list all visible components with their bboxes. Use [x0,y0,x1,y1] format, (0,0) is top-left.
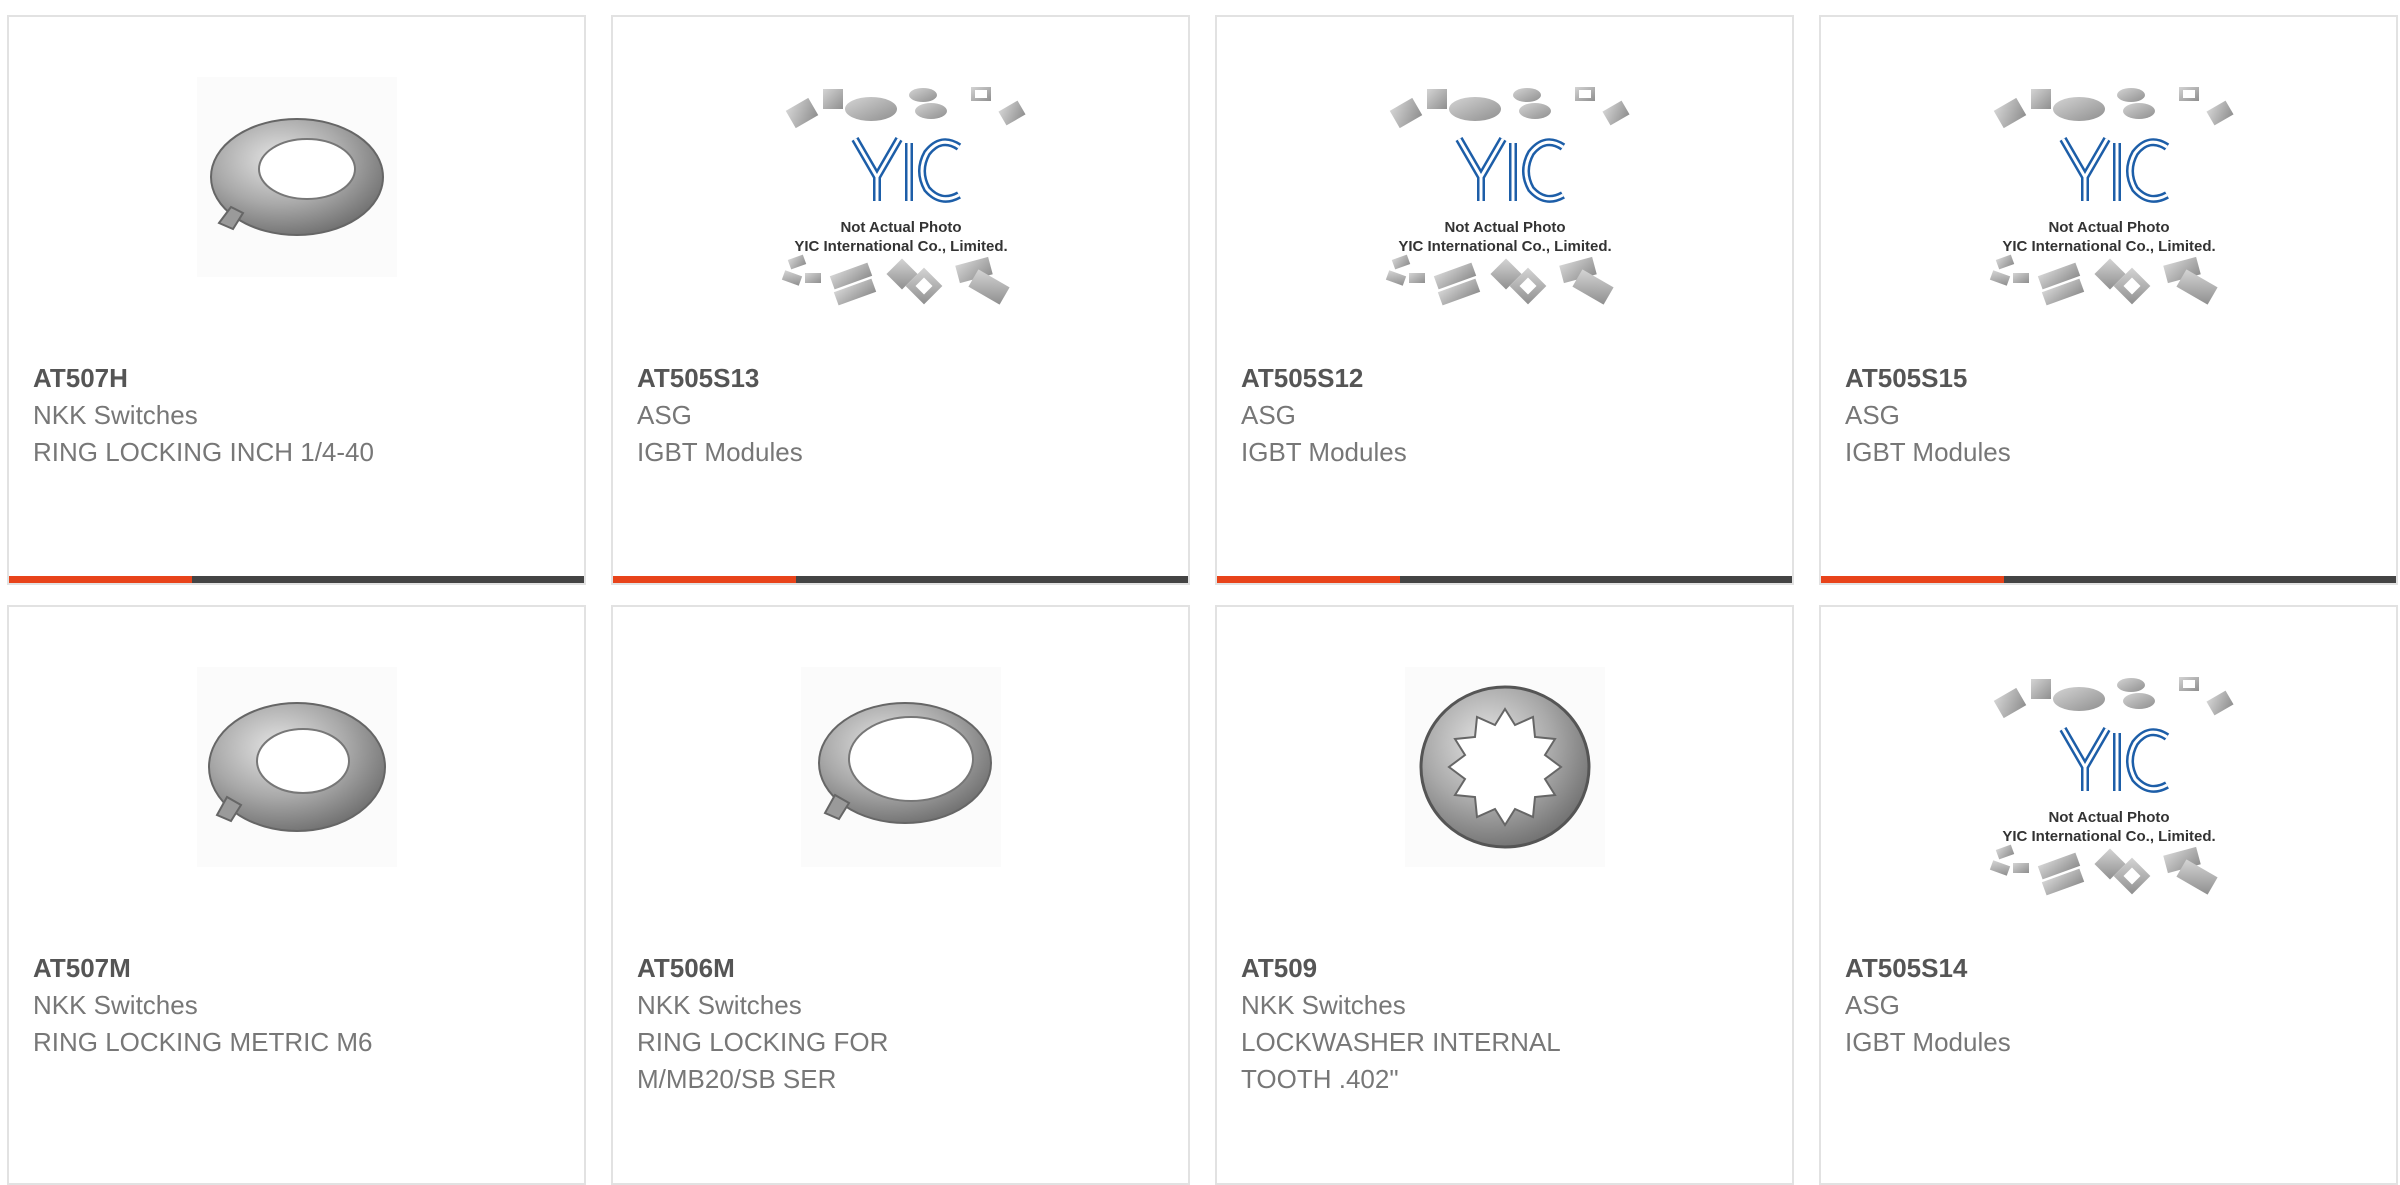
description: IGBT Modules [1241,437,1407,467]
yic-placeholder-icon: Not Actual Photo YIC International Co., … [761,77,1041,317]
svg-text:Not Actual Photo: Not Actual Photo [1444,219,1565,236]
svg-text:Not Actual Photo: Not Actual Photo [840,219,961,236]
product-image[interactable] [9,667,584,907]
part-number[interactable]: AT506M [637,949,1164,987]
part-number[interactable]: AT505S13 [637,359,1164,397]
internal-tooth-washer-icon [1404,667,1605,867]
product-card[interactable]: Not Actual Photo YIC International Co., … [1215,15,1794,585]
product-image[interactable] [613,667,1188,907]
part-number[interactable]: AT509 [1241,949,1768,987]
svg-text:YIC International Co., Limited: YIC International Co., Limited. [794,238,1007,255]
product-card[interactable]: AT506M NKK Switches RING LOCKING FOR M/M… [611,605,1190,1185]
svg-text:Not Actual Photo: Not Actual Photo [2048,219,2169,236]
part-number[interactable]: AT507M [33,949,560,987]
product-image[interactable] [1217,667,1792,907]
description: RING LOCKING FOR M/MB20/SB SER [637,1027,889,1094]
product-image[interactable]: Not Actual Photo YIC International Co., … [1821,667,2396,907]
svg-text:YIC International Co., Limited: YIC International Co., Limited. [2002,828,2215,845]
lock-washer-icon [196,77,397,277]
manufacturer: ASG [1241,400,1296,430]
manufacturer: NKK Switches [637,990,802,1020]
product-card[interactable]: AT507H NKK Switches RING LOCKING INCH 1/… [7,15,586,585]
part-number[interactable]: AT505S14 [1845,949,2372,987]
card-bar [613,576,1188,583]
card-bar [1821,576,2396,583]
card-bar-accent [613,576,796,583]
svg-text:YIC International Co., Limited: YIC International Co., Limited. [2002,238,2215,255]
part-number[interactable]: AT505S12 [1241,359,1768,397]
product-image[interactable]: Not Actual Photo YIC International Co., … [1217,77,1792,317]
description: RING LOCKING INCH 1/4-40 [33,437,374,467]
card-bar-accent [1217,576,1400,583]
description: LOCKWASHER INTERNAL TOOTH .402" [1241,1027,1560,1094]
product-image[interactable]: Not Actual Photo YIC International Co., … [1821,77,2396,317]
product-card[interactable]: Not Actual Photo YIC International Co., … [611,15,1190,585]
lock-washer-icon [196,667,397,867]
yic-placeholder-icon: Not Actual Photo YIC International Co., … [1365,77,1645,317]
manufacturer: ASG [1845,400,1900,430]
yic-placeholder-icon: Not Actual Photo YIC International Co., … [1969,667,2249,907]
product-image[interactable]: Not Actual Photo YIC International Co., … [613,77,1188,317]
manufacturer: NKK Switches [33,400,198,430]
manufacturer: ASG [1845,990,1900,1020]
manufacturer: ASG [637,400,692,430]
description: IGBT Modules [637,437,803,467]
svg-text:Not Actual Photo: Not Actual Photo [2048,809,2169,826]
manufacturer: NKK Switches [33,990,198,1020]
card-bar-accent [9,576,192,583]
part-number[interactable]: AT507H [33,359,560,397]
description: IGBT Modules [1845,437,2011,467]
product-card[interactable]: AT507M NKK Switches RING LOCKING METRIC … [7,605,586,1185]
manufacturer: NKK Switches [1241,990,1406,1020]
description: RING LOCKING METRIC M6 [33,1027,373,1057]
product-card[interactable]: AT509 NKK Switches LOCKWASHER INTERNAL T… [1215,605,1794,1185]
part-number[interactable]: AT505S15 [1845,359,2372,397]
svg-text:YIC International Co., Limited: YIC International Co., Limited. [1398,238,1611,255]
card-bar-accent [1821,576,2004,583]
product-image[interactable] [9,77,584,317]
yic-placeholder-icon: Not Actual Photo YIC International Co., … [1969,77,2249,317]
card-bar [9,576,584,583]
lock-washer-icon [800,667,1001,867]
product-card[interactable]: Not Actual Photo YIC International Co., … [1819,15,2398,585]
card-bar [1217,576,1792,583]
description: IGBT Modules [1845,1027,2011,1057]
product-card[interactable]: Not Actual Photo YIC International Co., … [1819,605,2398,1185]
